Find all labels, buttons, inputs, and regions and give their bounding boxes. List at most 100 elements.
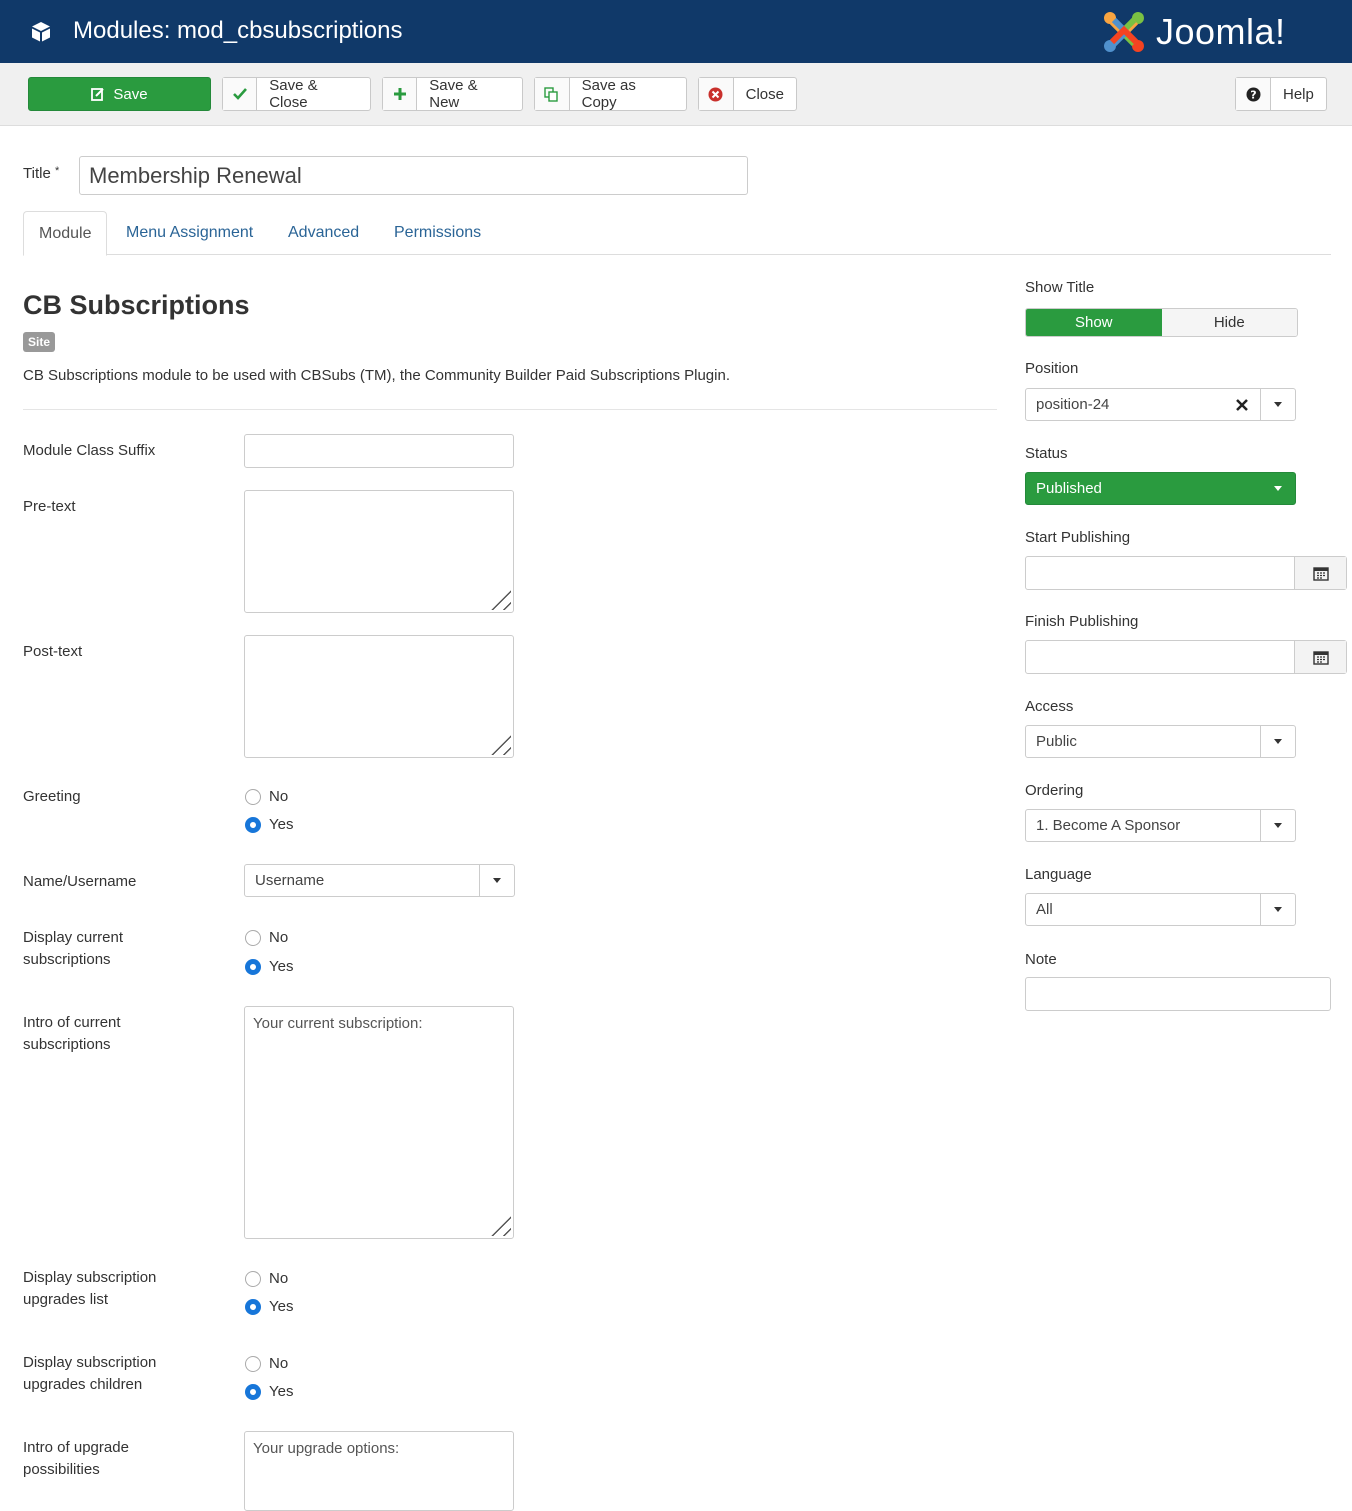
tab-permissions[interactable]: Permissions [394, 211, 481, 255]
note-label: Note [1025, 951, 1057, 968]
radio-label: Yes [269, 958, 294, 975]
radio-label: No [269, 1270, 289, 1287]
name-username-select[interactable]: Username [244, 864, 515, 897]
display-upgrades-radio-no[interactable]: No [245, 1270, 288, 1287]
post-text-textarea[interactable] [244, 635, 514, 758]
tab-menu-assignment[interactable]: Menu Assignment [126, 211, 253, 255]
plus-icon [383, 78, 418, 110]
save-close-button[interactable]: Save & Close [222, 77, 371, 111]
class-suffix-input[interactable] [244, 434, 514, 468]
joomla-logo[interactable]: Joomla! [1100, 8, 1286, 56]
access-label: Access [1025, 698, 1074, 715]
radio-checked-icon [245, 958, 261, 975]
help-label: Help [1283, 85, 1314, 103]
show-title-show[interactable]: Show [1026, 309, 1162, 336]
intro-upgrade-label: Intro of upgrade possibilities [23, 1439, 129, 1478]
chevron-down-icon [1260, 486, 1295, 491]
show-title-toggle: Show Hide [1025, 308, 1298, 337]
tab-module[interactable]: Module [23, 211, 108, 256]
title-label-text: Title [23, 165, 51, 182]
pre-text-label: Pre-text [23, 498, 76, 515]
chevron-down-icon [1260, 726, 1295, 757]
resize-handle-icon[interactable] [487, 1212, 511, 1236]
svg-text:?: ? [1250, 88, 1256, 101]
language-select[interactable]: All [1025, 893, 1296, 926]
radio-icon [245, 1355, 261, 1372]
pre-text-textarea[interactable] [244, 490, 514, 613]
question-icon: ? [1236, 78, 1271, 110]
save-new-button[interactable]: Save & New [382, 77, 523, 111]
chevron-down-icon [1260, 894, 1295, 925]
greeting-radio-no[interactable]: No [245, 788, 288, 805]
resize-handle-icon[interactable] [487, 586, 511, 610]
radio-checked-icon [245, 816, 261, 833]
joomla-logo-icon [1104, 12, 1144, 52]
radio-label: Yes [269, 1383, 294, 1400]
radio-label: No [269, 788, 289, 805]
save-new-label: Save & New [429, 77, 478, 111]
save-button[interactable]: Save [28, 77, 211, 111]
logo-text: Joomla! [1156, 11, 1286, 52]
check-icon [223, 78, 258, 110]
cube-icon [32, 22, 50, 42]
site-badge: Site [23, 332, 56, 352]
tab-advanced[interactable]: Advanced [288, 211, 359, 255]
display-current-radio-yes[interactable]: Yes [245, 958, 293, 975]
show-title-hide[interactable]: Hide [1161, 309, 1297, 336]
note-input[interactable] [1025, 977, 1331, 1011]
save-close-label: Save & Close [269, 77, 318, 111]
save-copy-button[interactable]: Save as Copy [534, 77, 687, 111]
close-label: Close [745, 85, 784, 103]
save-label: Save [113, 85, 148, 103]
select-value: 1. Become A Sponsor [1036, 817, 1181, 834]
radio-label: Yes [269, 1298, 294, 1315]
status-select[interactable]: Published [1025, 472, 1296, 505]
intro-current-textarea[interactable]: Your current subscription: [244, 1006, 514, 1239]
calendar-icon[interactable] [1294, 641, 1346, 673]
close-button[interactable]: Close [698, 77, 797, 111]
copy-icon [535, 78, 570, 110]
show-title-label: Show Title [1025, 279, 1095, 296]
language-label: Language [1025, 866, 1092, 883]
position-select[interactable]: position-24 [1025, 388, 1296, 421]
status-label: Status [1025, 445, 1068, 462]
display-current-label: Display current subscriptions [23, 929, 124, 968]
intro-upgrade-textarea[interactable]: Your upgrade options: [244, 1431, 514, 1511]
select-value: position-24 [1036, 396, 1110, 413]
display-children-radio-yes[interactable]: Yes [245, 1383, 293, 1400]
save-copy-label: Save as Copy [581, 77, 636, 111]
required-mark: * [54, 165, 60, 177]
name-username-label: Name/Username [23, 873, 137, 890]
select-value: Public [1036, 733, 1077, 750]
select-value: Published [1036, 480, 1102, 497]
tab-bar: Module Menu Assignment Advanced Permissi… [23, 211, 1331, 256]
finish-publishing-input [1025, 640, 1347, 674]
chevron-down-icon [1260, 389, 1295, 420]
title-input[interactable] [79, 156, 748, 195]
help-button[interactable]: ? Help [1235, 77, 1327, 111]
display-upgrades-radio-yes[interactable]: Yes [245, 1298, 293, 1315]
display-current-radio-no[interactable]: No [245, 929, 288, 946]
intro-current-label: Intro of current subscriptions [23, 1014, 121, 1053]
greeting-radio-yes[interactable]: Yes [245, 816, 293, 833]
calendar-icon[interactable] [1294, 557, 1346, 589]
position-label: Position [1025, 360, 1079, 377]
radio-label: No [269, 929, 289, 946]
clear-icon[interactable] [1224, 398, 1260, 411]
display-upgrades-label: Display subscription upgrades list [23, 1269, 157, 1308]
top-header: Modules: mod_cbsubscriptions Joomla! [0, 0, 1352, 63]
start-publishing-label: Start Publishing [1025, 529, 1131, 546]
resize-handle-icon[interactable] [487, 731, 511, 755]
radio-icon [245, 788, 261, 805]
radio-icon [245, 929, 261, 946]
module-description: CB Subscriptions module to be used with … [23, 367, 730, 384]
radio-checked-icon [245, 1298, 261, 1315]
intro-current-value: Your current subscription: [253, 1015, 423, 1032]
display-children-radio-no[interactable]: No [245, 1355, 288, 1372]
finish-publishing-field[interactable] [1026, 641, 1294, 673]
ordering-select[interactable]: 1. Become A Sponsor [1025, 809, 1296, 842]
access-select[interactable]: Public [1025, 725, 1296, 758]
start-publishing-field[interactable] [1026, 557, 1294, 589]
chevron-down-icon [479, 865, 514, 896]
page-title: Modules: mod_cbsubscriptions [73, 17, 403, 44]
